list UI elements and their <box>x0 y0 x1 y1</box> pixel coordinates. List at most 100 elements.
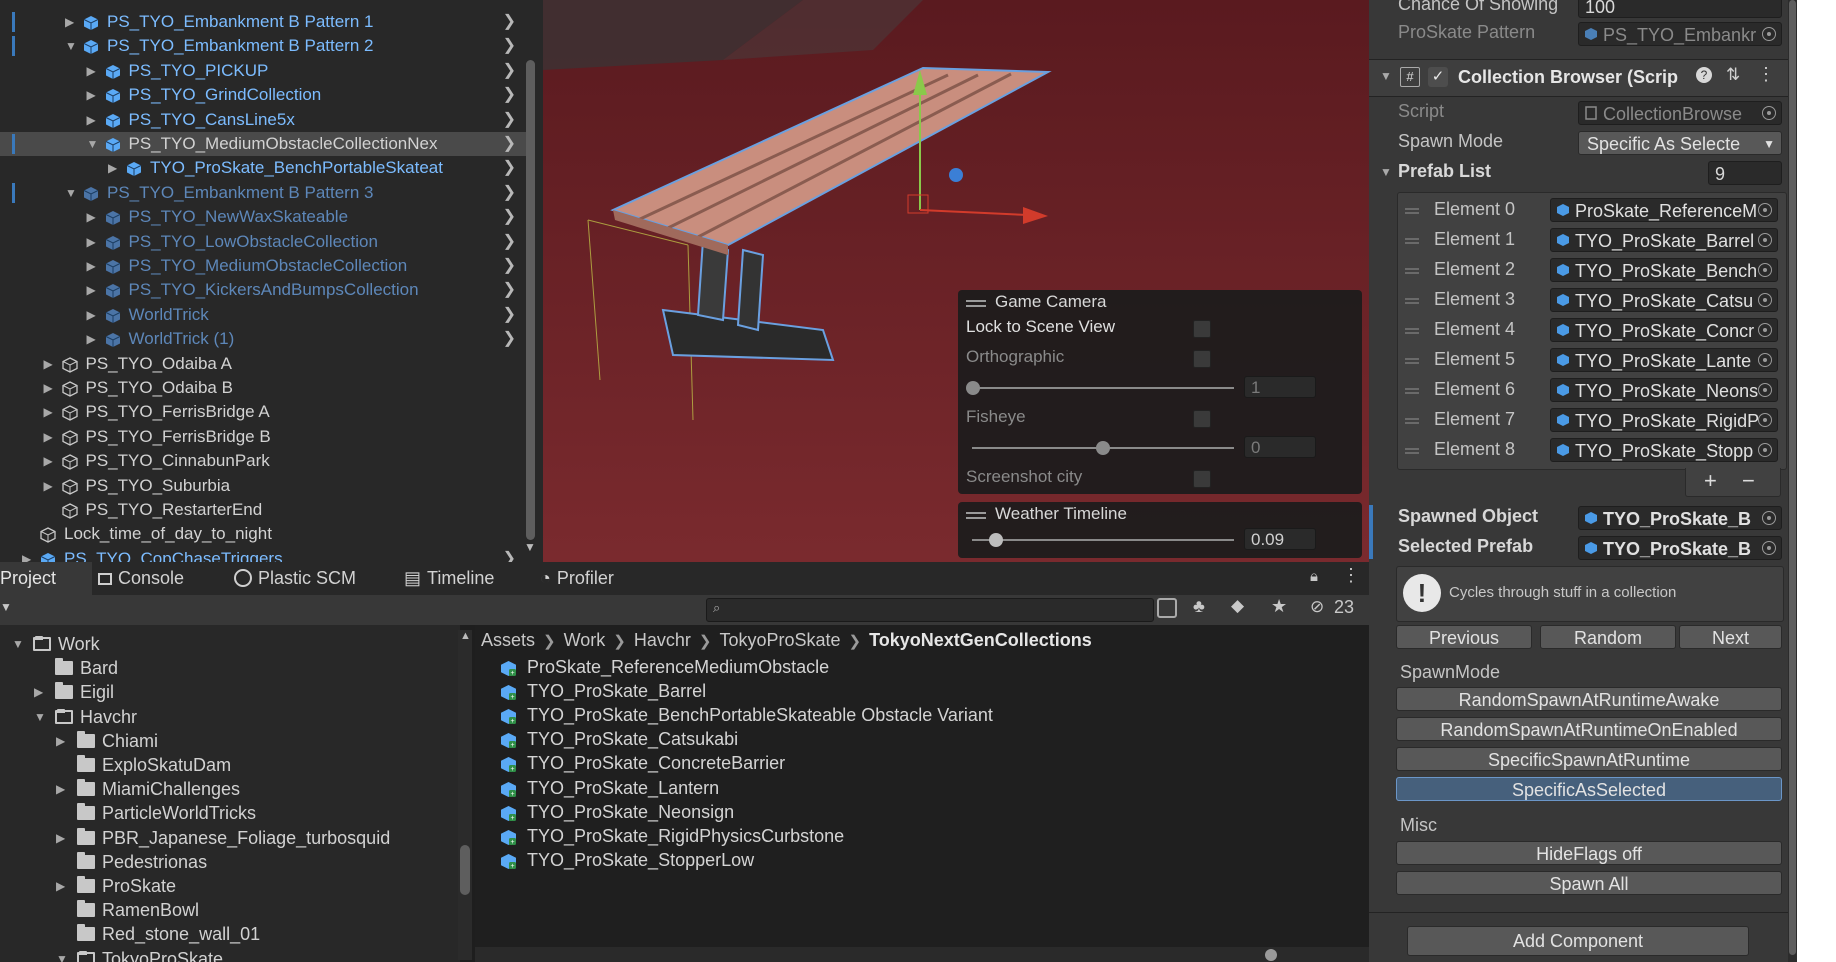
object-picker-icon[interactable] <box>1758 263 1772 277</box>
breadcrumb-item[interactable]: TokyoNextGenCollections <box>869 630 1092 650</box>
lock-icon[interactable]: 🔒︎ <box>1310 568 1318 585</box>
weather-value-field[interactable]: 0.09 <box>1244 528 1316 550</box>
hierarchy-item[interactable]: ▶ TYO_ProSkate_BenchPortableSkateat ❯ <box>0 156 534 180</box>
collapsed-arrow-icon[interactable]: ▶ <box>87 327 96 351</box>
reorder-handle-icon[interactable] <box>1405 418 1419 420</box>
hierarchy-item[interactable]: ▶ PS_TYO_CinnabunPark <box>0 449 534 473</box>
collapsed-arrow-icon[interactable]: ▶ <box>87 108 96 132</box>
list-element-row[interactable]: Element 2 TYO_ProSkate_Bench <box>1397 258 1785 284</box>
hierarchy-item[interactable]: Lock_time_of_day_to_night <box>0 522 534 546</box>
element-object-field[interactable]: TYO_ProSkate_Bench <box>1550 258 1778 282</box>
drag-handle-icon[interactable] <box>966 300 986 302</box>
expand-arrow-icon[interactable]: ▼ <box>12 632 24 656</box>
object-picker-icon[interactable] <box>1758 323 1772 337</box>
zoom-slider-knob[interactable] <box>1265 949 1277 961</box>
script-field[interactable]: CollectionBrowse <box>1578 101 1782 125</box>
element-object-field[interactable]: TYO_ProSkate_Catsu <box>1550 288 1778 312</box>
hierarchy-item[interactable]: ▼ PS_TYO_Embankment B Pattern 3 ❯ <box>0 181 534 205</box>
collapse-arrow-icon[interactable]: ▼ <box>1380 69 1392 83</box>
spawned-object-field[interactable]: TYO_ProSkate_B <box>1578 506 1782 530</box>
inspector-scrollbar[interactable] <box>1788 0 1797 962</box>
list-element-row[interactable]: Element 8 TYO_ProSkate_Stopp <box>1397 438 1785 464</box>
hierarchy-item[interactable]: ▶ PS_TYO_MediumObstacleCollection ❯ <box>0 254 534 278</box>
hierarchy-item[interactable]: ▶ PS_TYO_CopChaseTriggers ❯ <box>0 547 534 562</box>
element-object-field[interactable]: TYO_ProSkate_Barrel <box>1550 228 1778 252</box>
hierarchy-item[interactable]: ▶ PS_TYO_Odaiba A <box>0 352 534 376</box>
tab-console[interactable]: Console <box>98 562 206 595</box>
object-picker-icon[interactable] <box>1758 203 1772 217</box>
list-element-row[interactable]: Element 7 TYO_ProSkate_RigidP <box>1397 408 1785 434</box>
previous-button[interactable]: Previous <box>1396 625 1532 649</box>
hierarchy-item[interactable]: ▶ PS_TYO_CansLine5x ❯ <box>0 108 534 132</box>
collapsed-arrow-icon[interactable]: ▶ <box>87 83 96 107</box>
presets-icon[interactable]: ⇅ <box>1726 65 1740 85</box>
reorder-handle-icon[interactable] <box>1405 328 1419 330</box>
screenshot-city-checkbox[interactable] <box>1193 470 1211 488</box>
object-picker-icon[interactable] <box>1758 443 1772 457</box>
folder-scrollbar[interactable]: ▲ <box>458 630 472 960</box>
chevron-right-icon[interactable]: ❯ <box>503 278 516 302</box>
prefab-list-size-field[interactable]: 9 <box>1708 161 1782 185</box>
reorder-handle-icon[interactable] <box>1405 448 1419 450</box>
object-picker-icon[interactable] <box>1762 106 1776 120</box>
element-object-field[interactable]: TYO_ProSkate_Lante <box>1550 348 1778 372</box>
chevron-right-icon[interactable]: ❯ <box>503 327 516 351</box>
chevron-right-icon[interactable]: ❯ <box>503 132 516 156</box>
scroll-up-icon[interactable]: ▲ <box>460 630 471 642</box>
collapsed-arrow-icon[interactable]: ▶ <box>44 425 53 449</box>
object-picker-icon[interactable] <box>1762 541 1776 555</box>
collapsed-arrow-icon[interactable]: ▶ <box>56 874 65 898</box>
chevron-right-icon[interactable]: ❯ <box>503 59 516 83</box>
object-picker-icon[interactable] <box>1762 27 1776 41</box>
element-object-field[interactable]: TYO_ProSkate_Concr <box>1550 318 1778 342</box>
collapsed-arrow-icon[interactable]: ▶ <box>87 205 96 229</box>
expand-arrow-icon[interactable]: ▼ <box>65 181 77 205</box>
chevron-right-icon[interactable]: ❯ <box>503 83 516 107</box>
fisheye-slider-knob[interactable] <box>1096 441 1110 455</box>
collapsed-arrow-icon[interactable]: ▶ <box>87 230 96 254</box>
element-object-field[interactable]: ProSkate_ReferenceM <box>1550 198 1778 222</box>
scene-view[interactable]: Game Camera Lock to Scene View Orthograp… <box>543 0 1369 562</box>
collapsed-arrow-icon[interactable]: ▶ <box>87 278 96 302</box>
hierarchy-item[interactable]: ▶ PS_TYO_NewWaxSkateable ❯ <box>0 205 534 229</box>
ortho-slider[interactable] <box>972 387 1234 389</box>
expand-arrow-icon[interactable]: ▼ <box>34 705 46 729</box>
hierarchy-item[interactable]: ▶ PS_TYO_Suburbia <box>0 474 534 498</box>
lock-to-scene-checkbox[interactable] <box>1193 320 1211 338</box>
spawnmode-option-button[interactable]: RandomSpawnAtRuntimeAwake <box>1396 687 1782 711</box>
hierarchy-item[interactable]: ▶ PS_TYO_FerrisBridge B <box>0 425 534 449</box>
component-menu-icon[interactable]: ⋮ <box>1757 64 1775 85</box>
next-button[interactable]: Next <box>1679 625 1782 649</box>
favorites-star-icon[interactable]: ★ <box>1271 596 1287 617</box>
collapsed-arrow-icon[interactable]: ▶ <box>87 254 96 278</box>
chevron-right-icon[interactable]: ❯ <box>503 10 516 34</box>
spawn-all-button[interactable]: Spawn All <box>1396 871 1782 895</box>
list-element-row[interactable]: Element 0 ProSkate_ReferenceM <box>1397 198 1785 224</box>
object-picker-icon[interactable] <box>1758 353 1772 367</box>
collapsed-arrow-icon[interactable]: ▶ <box>56 826 65 850</box>
hierarchy-item[interactable]: ▶ WorldTrick (1) ❯ <box>0 327 534 351</box>
reorder-handle-icon[interactable] <box>1405 208 1419 210</box>
collapsed-arrow-icon[interactable]: ▶ <box>34 680 43 704</box>
spawnmode-option-button[interactable]: RandomSpawnAtRuntimeOnEnabled <box>1396 717 1782 741</box>
hierarchy-item[interactable]: ▶ PS_TYO_LowObstacleCollection ❯ <box>0 230 534 254</box>
collapsed-arrow-icon[interactable]: ▶ <box>44 449 53 473</box>
list-element-row[interactable]: Element 4 TYO_ProSkate_Concr <box>1397 318 1785 344</box>
ortho-value-field[interactable]: 1 <box>1244 376 1316 398</box>
tab-profiler[interactable]: ◔ Profiler <box>540 562 650 595</box>
component-header[interactable]: ▼ # ✓ Collection Browser (Scrip ? ⇅ ⋮ <box>1369 59 1797 97</box>
hierarchy-item[interactable]: ▼ PS_TYO_MediumObstacleCollectionNex ❯ <box>0 132 534 156</box>
inspector-scroll-thumb[interactable] <box>1789 0 1796 955</box>
chevron-right-icon[interactable]: ❯ <box>503 547 516 562</box>
breadcrumb-item[interactable]: Work <box>564 630 606 650</box>
expand-arrow-icon[interactable]: ▼ <box>56 947 68 962</box>
reorder-handle-icon[interactable] <box>1405 238 1419 240</box>
tab-plastic-scm[interactable]: Plastic SCM <box>234 562 384 595</box>
element-object-field[interactable]: TYO_ProSkate_Stopp <box>1550 438 1778 462</box>
hierarchy-item[interactable]: PS_TYO_RestarterEnd <box>0 498 534 522</box>
fisheye-checkbox[interactable] <box>1193 410 1211 428</box>
orthographic-checkbox[interactable] <box>1193 350 1211 368</box>
collapsed-arrow-icon[interactable]: ▶ <box>44 376 53 400</box>
chevron-right-icon[interactable]: ❯ <box>503 254 516 278</box>
scroll-down-icon[interactable]: ▼ <box>524 540 536 554</box>
